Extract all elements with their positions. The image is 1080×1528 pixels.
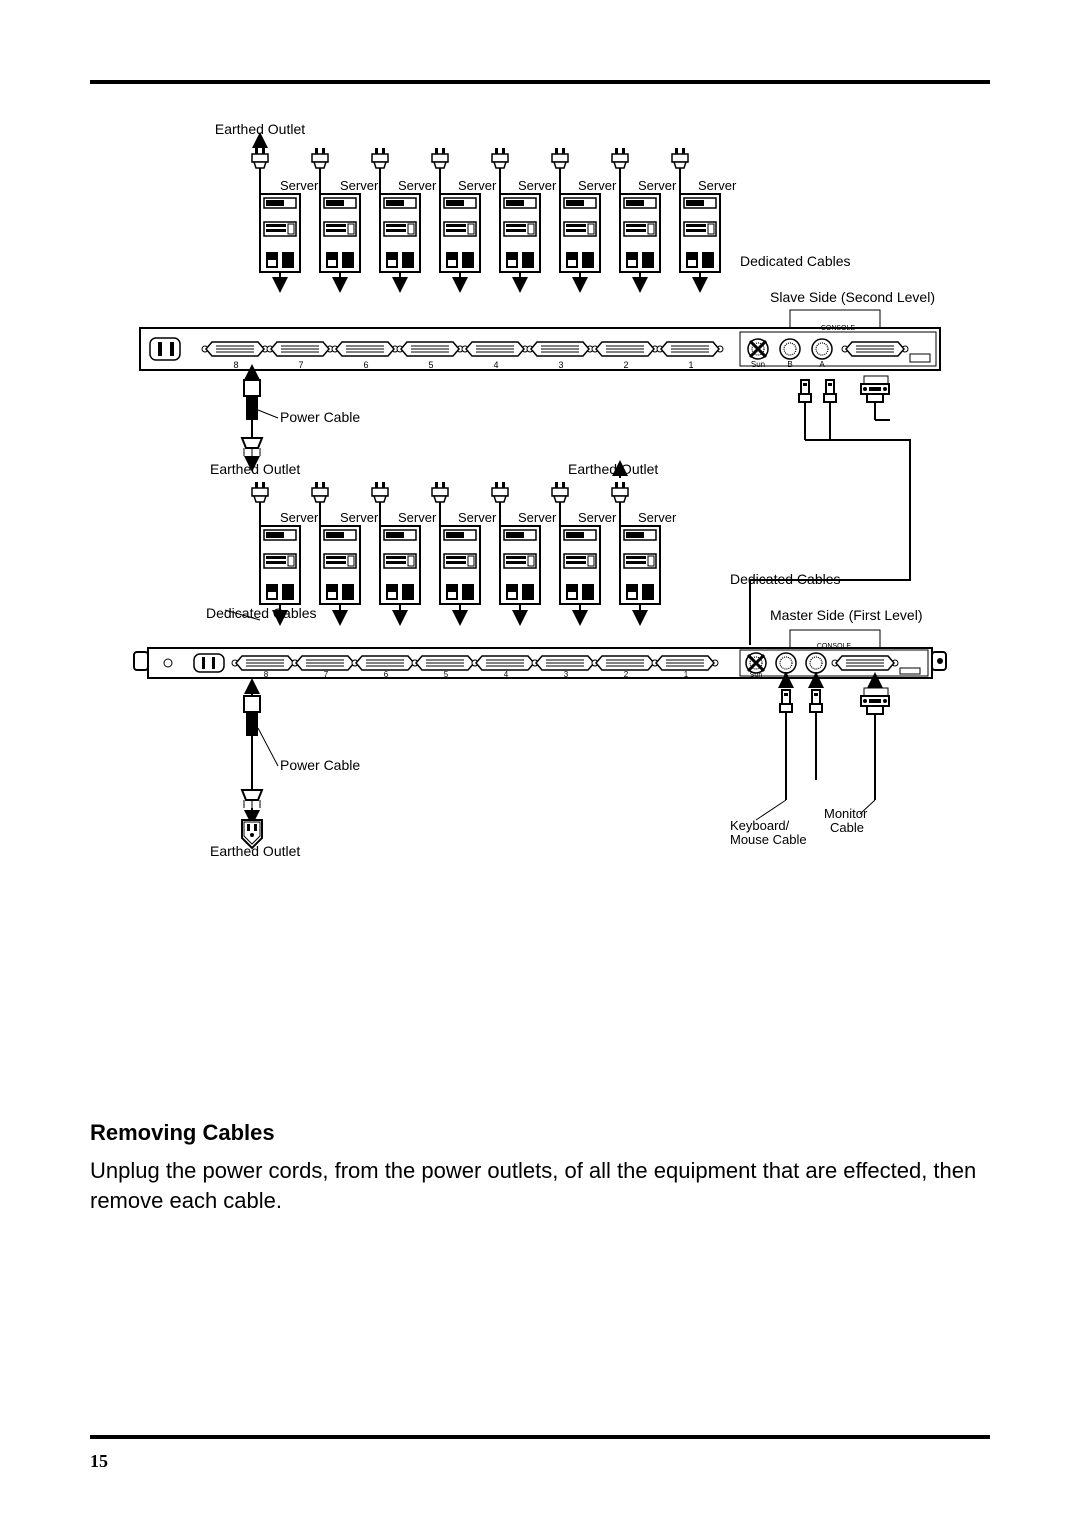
label-power-cable: Power Cable [280, 409, 360, 425]
label-dedicated-cables: Dedicated Cables [740, 253, 851, 269]
svg-text:6: 6 [384, 670, 389, 679]
slave-kvm-unit: 8 7 6 5 4 3 2 1 CONSOLE Sun B A [140, 310, 940, 370]
svg-text:7: 7 [298, 360, 303, 370]
top-server-row: Server Server Server [252, 140, 737, 285]
svg-text:5: 5 [444, 670, 449, 679]
svg-text:A: A [814, 672, 819, 679]
label-monitor-cable: Monitor [824, 806, 868, 821]
svg-text:Sun: Sun [751, 360, 765, 369]
server-label: Server [698, 178, 737, 193]
label-master-side: Master Side (First Level) [770, 607, 922, 623]
svg-text:1: 1 [688, 360, 693, 370]
svg-text:3: 3 [564, 670, 569, 679]
svg-text:7: 7 [324, 670, 329, 679]
label-slave-side: Slave Side (Second Level) [770, 289, 935, 305]
svg-text:2: 2 [624, 670, 629, 679]
svg-text:Server: Server [340, 510, 379, 525]
svg-text:4: 4 [504, 670, 509, 679]
svg-text:8: 8 [233, 360, 238, 370]
server-label: Server [340, 178, 379, 193]
section-paragraph: Unplug the power cords, from the power o… [90, 1156, 990, 1215]
svg-text:Server: Server [518, 510, 557, 525]
label-earthed-outlet: Earthed Outlet [568, 461, 658, 477]
bottom-rule [90, 1435, 990, 1439]
slave-power-cable: Power Cable [242, 372, 360, 464]
svg-text:Power Cable: Power Cable [280, 757, 360, 773]
server-label: Server [398, 178, 437, 193]
label-dedicated-cables: Dedicated Cables [206, 605, 317, 621]
server-label: Server [280, 178, 319, 193]
label-dedicated-cables: Dedicated Cables [730, 571, 841, 587]
svg-text:Server: Server [638, 510, 677, 525]
svg-text:8: 8 [264, 670, 269, 679]
svg-text:CONSOLE: CONSOLE [821, 325, 856, 332]
top-rule [90, 80, 990, 84]
svg-text:6: 6 [363, 360, 368, 370]
label-earthed-outlet: Earthed Outlet [210, 461, 300, 477]
svg-text:B: B [787, 360, 792, 369]
svg-text:5: 5 [428, 360, 433, 370]
svg-text:Server: Server [398, 510, 437, 525]
svg-text:2: 2 [623, 360, 628, 370]
label-keyboard-mouse-cable: Keyboard/ [730, 818, 790, 833]
section-heading-removing-cables: Removing Cables [90, 1120, 990, 1146]
server-label: Server [458, 178, 497, 193]
server-label: Server [638, 178, 677, 193]
bottom-server-row: Server Server Server [252, 468, 677, 618]
master-kvm-unit: 8 7 6 5 4 3 2 1 CONSOLE Sun B A [134, 630, 946, 679]
svg-text:Server: Server [458, 510, 497, 525]
svg-text:B: B [784, 672, 789, 679]
server-label: Server [578, 178, 617, 193]
svg-text:Mouse Cable: Mouse Cable [730, 832, 807, 847]
console-cables [756, 680, 889, 820]
svg-text:Server: Server [578, 510, 617, 525]
svg-text:Cable: Cable [830, 820, 864, 835]
cascade-cables [750, 376, 910, 645]
svg-text:A: A [819, 360, 825, 369]
svg-text:3: 3 [558, 360, 563, 370]
connection-diagram: Earthed Outlet Server Server [90, 120, 990, 980]
svg-text:Server: Server [280, 510, 319, 525]
master-power-cable: Power Cable Earthed Outlet [210, 686, 360, 859]
label-earthed-outlet-top: Earthed Outlet [215, 121, 305, 137]
page-number: 15 [90, 1451, 990, 1472]
svg-text:1: 1 [684, 670, 689, 679]
svg-text:Sun: Sun [750, 672, 763, 679]
svg-text:CONSOLE: CONSOLE [817, 643, 852, 650]
svg-text:4: 4 [493, 360, 498, 370]
server-label: Server [518, 178, 557, 193]
